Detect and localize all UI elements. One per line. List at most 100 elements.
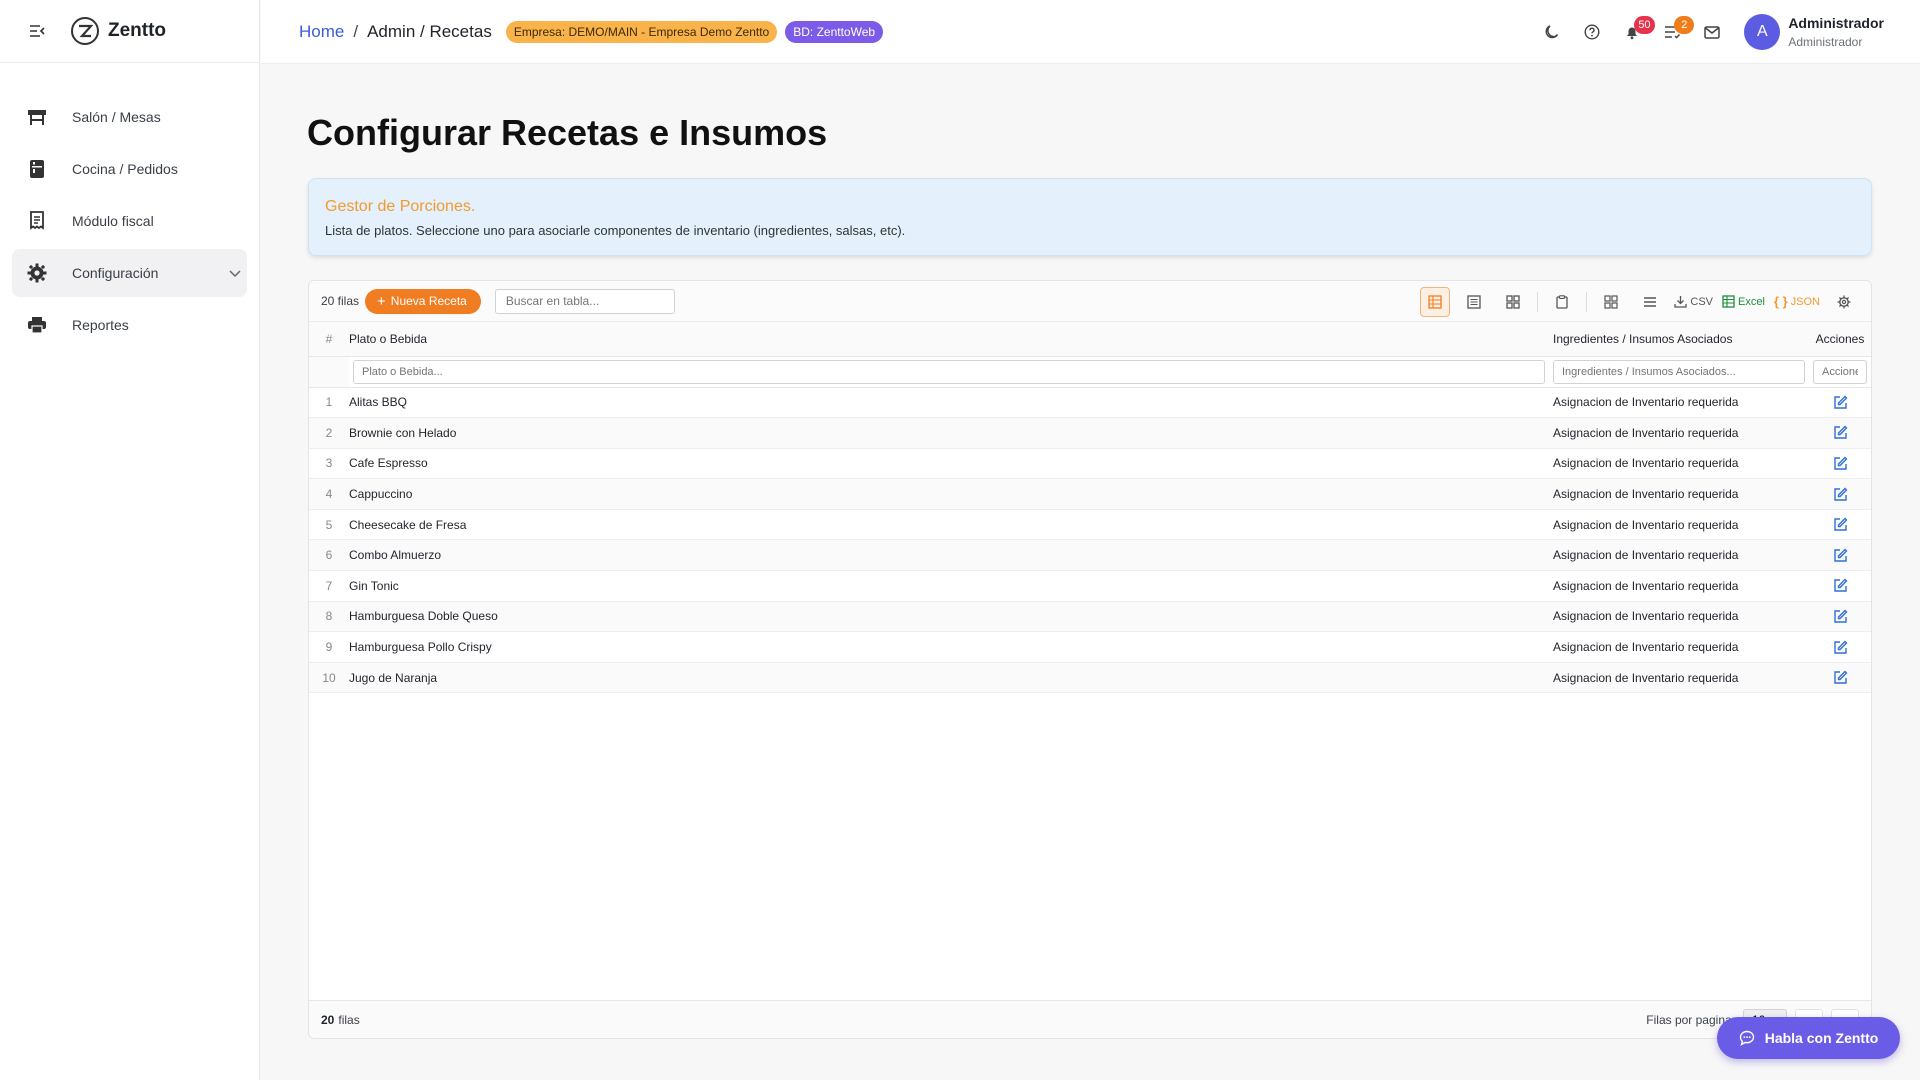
table-row[interactable]: 10 Jugo de Naranja Asignacion de Inventari… — [309, 662, 1871, 694]
edit-icon[interactable] — [1809, 487, 1871, 502]
sidebar-item-cocina[interactable]: Cocina / Pedidos — [12, 145, 247, 193]
export-json-button[interactable]: { } JSON — [1774, 287, 1820, 317]
sidebar-item-label: Reportes — [72, 317, 129, 333]
help-icon[interactable] — [1572, 12, 1612, 52]
table-search-input[interactable] — [494, 288, 675, 314]
card-view-icon — [1506, 294, 1521, 309]
density-button[interactable] — [1596, 287, 1626, 317]
clipboard-icon — [1556, 294, 1569, 309]
filter-cell-acciones — [1809, 356, 1871, 388]
sidebar-nav: Salón / Mesas Cocina / Pedidos Módulo fi… — [0, 63, 259, 349]
download-icon — [1674, 296, 1688, 308]
table-row[interactable]: 2 Brownie con Helado Asignacion de Inventa… — [309, 417, 1871, 449]
table-body: 1 Alitas BBQ Asignacion de Inventario requ… — [309, 387, 1871, 694]
new-recipe-button[interactable]: + Nueva Receta — [365, 288, 481, 314]
grid-tools: CSV Excel { } JSON — [1411, 281, 1859, 322]
filter-cell-plato — [349, 356, 1549, 388]
grid-toolbar: 20 filas + Nueva Receta Buscar en tabla.… — [309, 281, 1871, 322]
row-actions — [1809, 509, 1871, 541]
grid-footer: 20 filas Filas por pagina: 10 — [309, 1000, 1871, 1038]
row-plato: Cappuccino — [349, 478, 1549, 510]
col-header-plato[interactable]: Plato o Bebida — [349, 322, 1549, 357]
sidebar-item-configuracion[interactable]: Configuración — [12, 249, 247, 297]
breadcrumb: Home / Admin / Recetas — [299, 22, 492, 42]
filter-plato-input[interactable] — [353, 359, 1545, 384]
edit-icon[interactable] — [1809, 456, 1871, 471]
table-row[interactable]: 1 Alitas BBQ Asignacion de Inventario requ… — [309, 387, 1871, 419]
avatar[interactable]: A — [1744, 14, 1781, 50]
sidebar-item-label: Configuración — [72, 265, 159, 281]
row-ingredientes: Asignacion de Inventario requerida — [1549, 448, 1809, 480]
row-ingredientes: Asignacion de Inventario requerida — [1549, 662, 1809, 694]
user-menu[interactable]: A Administrador Administrador — [1744, 14, 1884, 50]
row-actions — [1809, 570, 1871, 602]
edit-icon[interactable] — [1809, 578, 1871, 593]
row-actions — [1809, 417, 1871, 449]
filter-acciones-input[interactable] — [1813, 359, 1867, 384]
table-row[interactable]: 7 Gin Tonic Asignacion de Inventario reque… — [309, 570, 1871, 602]
edit-icon[interactable] — [1809, 670, 1871, 685]
gear-icon — [26, 262, 48, 284]
edit-icon[interactable] — [1809, 517, 1871, 532]
dark-mode-icon[interactable] — [1532, 12, 1572, 52]
table-row[interactable]: 5 Cheesecake de Fresa Asignacion de Invent… — [309, 509, 1871, 541]
copy-button[interactable] — [1547, 287, 1577, 317]
row-ingredientes: Asignacion de Inventario requerida — [1549, 478, 1809, 510]
row-number: 2 — [309, 417, 349, 449]
edit-icon[interactable] — [1809, 548, 1871, 563]
filter-ingredientes-input[interactable] — [1553, 359, 1805, 384]
table-header-row: # Plato o Bebida Ingredientes / Insumos … — [309, 322, 1871, 357]
table-row[interactable]: 8 Hamburguesa Doble Queso Asignacion de In… — [309, 601, 1871, 633]
mail-icon[interactable] — [1692, 12, 1732, 52]
row-actions — [1809, 448, 1871, 480]
row-actions — [1809, 478, 1871, 510]
breadcrumb-separator: / — [353, 21, 359, 41]
row-actions — [1809, 539, 1871, 572]
table-row[interactable]: 3 Cafe Espresso Asignacion de Inventario r… — [309, 448, 1871, 480]
table-row[interactable]: 6 Combo Almuerzo Asignacion de Inventario … — [309, 539, 1871, 572]
filter-cell-ingredientes — [1549, 356, 1809, 388]
row-number: 7 — [309, 570, 349, 602]
tasks-list-icon[interactable]: 2 — [1652, 12, 1695, 52]
row-actions — [1809, 631, 1871, 663]
col-header-ingredientes[interactable]: Ingredientes / Insumos Asociados — [1549, 322, 1809, 357]
sidebar-item-label: Módulo fiscal — [72, 213, 154, 229]
info-title: Gestor de Porciones. — [325, 198, 476, 215]
row-actions — [1809, 601, 1871, 633]
notifications-bell-icon[interactable]: 50 — [1612, 12, 1655, 52]
list-view-button[interactable] — [1459, 287, 1489, 317]
edit-icon[interactable] — [1809, 425, 1871, 440]
row-plato: Cafe Espresso — [349, 448, 1549, 480]
edit-icon[interactable] — [1809, 609, 1871, 624]
sidebar-item-salon[interactable]: Salón / Mesas — [12, 93, 247, 141]
row-plato: Gin Tonic — [349, 570, 1549, 602]
edit-icon[interactable] — [1809, 640, 1871, 655]
row-plato: Cheesecake de Fresa — [349, 509, 1549, 541]
row-actions — [1809, 662, 1871, 694]
brand-bar: Zentto — [0, 0, 259, 63]
row-number: 8 — [309, 601, 349, 633]
database-chip[interactable]: BD: ZenttoWeb — [785, 20, 884, 43]
table-row[interactable]: 4 Cappuccino Asignacion de Inventario requ… — [309, 478, 1871, 510]
export-excel-button[interactable]: Excel — [1722, 287, 1765, 317]
row-ingredientes: Asignacion de Inventario requerida — [1549, 539, 1809, 572]
collapse-menu-icon[interactable] — [28, 22, 46, 40]
receipt-icon — [26, 210, 48, 232]
export-csv-button[interactable]: CSV — [1674, 287, 1713, 317]
sidebar-item-reportes[interactable]: Reportes — [12, 301, 247, 349]
grid-view-button[interactable] — [1420, 286, 1451, 317]
sidebar-item-fiscal[interactable]: Módulo fiscal — [12, 197, 247, 245]
card-view-button[interactable] — [1498, 287, 1528, 317]
kitchen-icon — [26, 158, 48, 180]
columns-button[interactable] — [1635, 287, 1665, 317]
tasks-badge: 2 — [1674, 16, 1695, 34]
edit-icon[interactable] — [1809, 395, 1871, 410]
chevron-down-icon — [229, 265, 241, 281]
list-view-icon — [1467, 294, 1482, 309]
grid-settings-button[interactable] — [1829, 287, 1859, 317]
empresa-chip[interactable]: Empresa: DEMO/MAIN - Empresa Demo Zentto — [505, 20, 778, 43]
breadcrumb-home-link[interactable]: Home — [299, 22, 344, 42]
chat-with-zentto-button[interactable]: Habla con Zentto — [1717, 1017, 1900, 1059]
table-row[interactable]: 9 Hamburguesa Pollo Crispy Asignacion de I… — [309, 631, 1871, 663]
user-info: Administrador Administrador — [1788, 15, 1884, 49]
